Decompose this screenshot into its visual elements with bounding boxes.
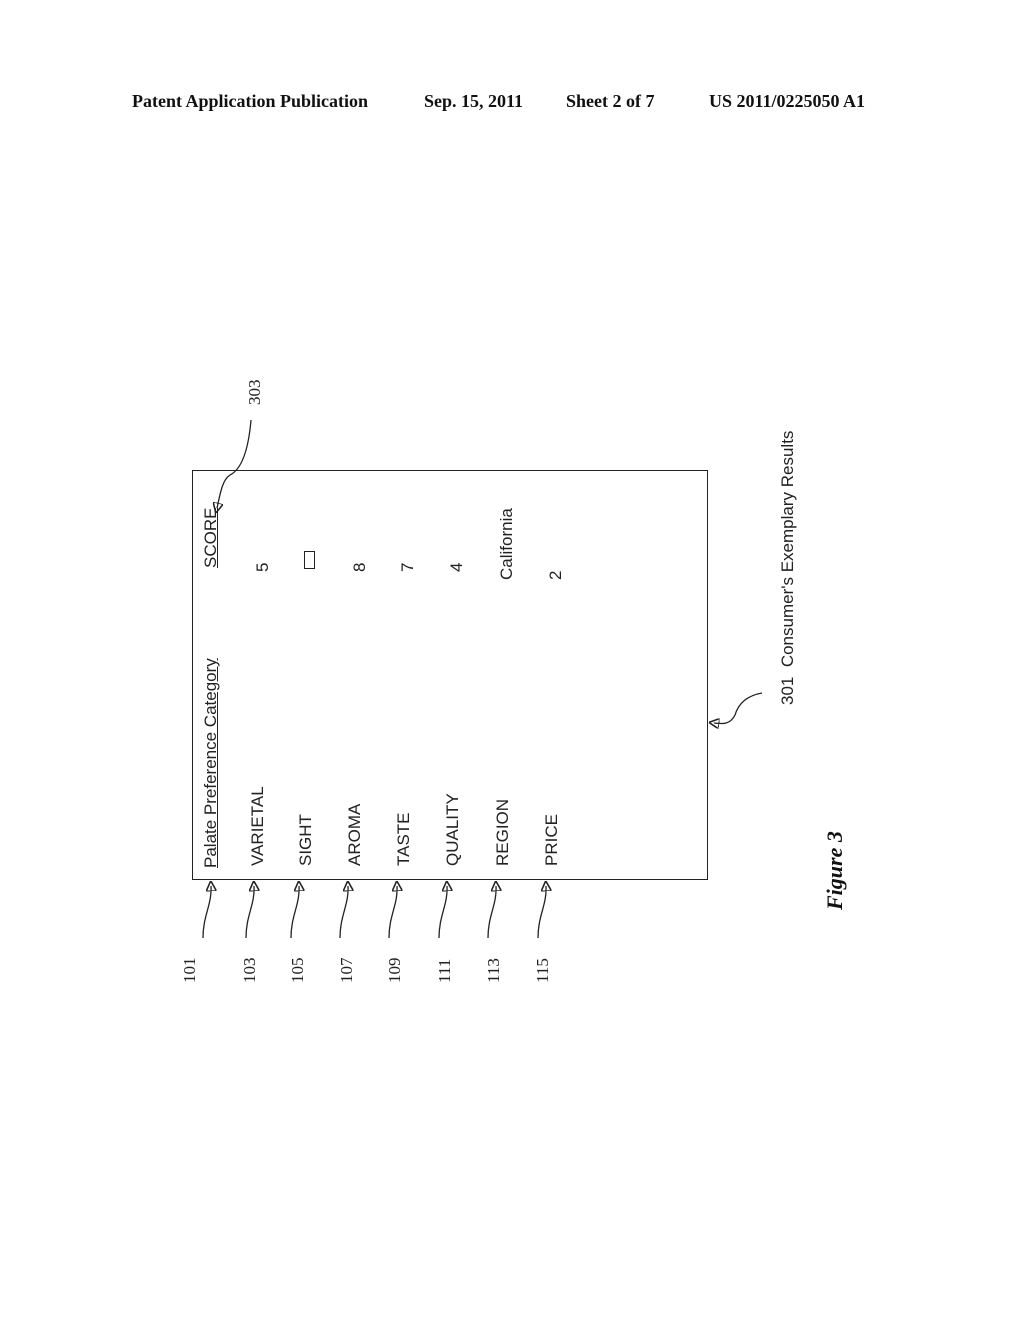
leader-115 [537,886,546,939]
leader-107 [339,886,348,939]
leader-109 [388,886,397,939]
leader-303 [217,419,252,508]
leader-lines [202,419,763,939]
leader-113 [487,886,496,939]
leader-105 [290,886,299,939]
leader-301 [714,692,763,724]
leader-101 [202,886,211,939]
leader-111 [438,886,447,939]
leader-103 [245,886,254,939]
